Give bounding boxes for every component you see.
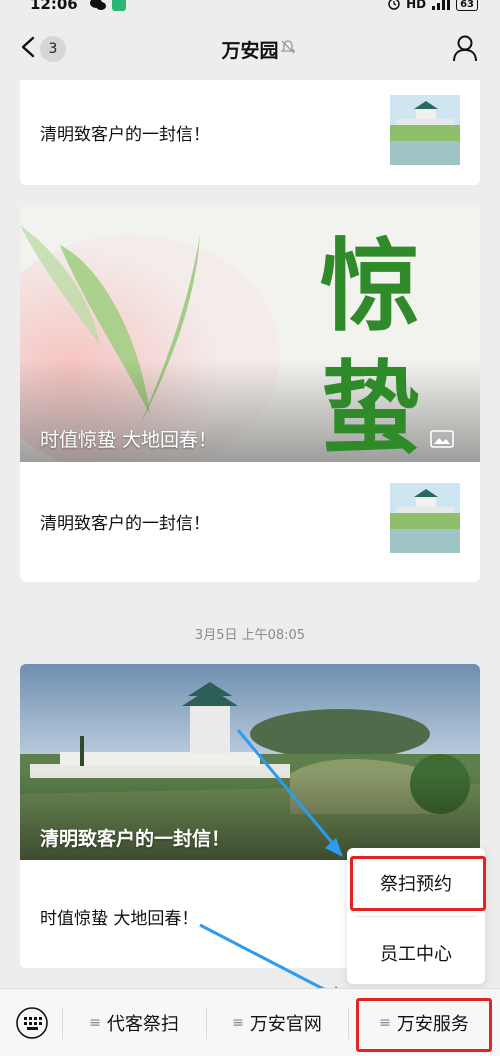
- submenu-item-staff-center[interactable]: 员工中心: [347, 940, 485, 966]
- menu-button-official-site[interactable]: ≡ 万安官网: [207, 989, 347, 1056]
- menu-list-icon: ≡: [89, 1014, 101, 1031]
- service-submenu: 祭扫预约 员工中心: [347, 848, 485, 984]
- menu-button-label: 万安服务: [396, 1013, 469, 1035]
- menu-button-label: 万安官网: [249, 1013, 322, 1035]
- menu-button-services[interactable]: ≡ 万安服务: [349, 989, 499, 1056]
- menu-list-icon: ≡: [232, 1014, 244, 1031]
- menu-button-label: 代客祭扫: [106, 1013, 179, 1035]
- submenu-divider: [357, 916, 475, 917]
- submenu-item-booking[interactable]: 祭扫预约: [347, 870, 485, 896]
- keyboard-icon[interactable]: [16, 1007, 48, 1039]
- bottom-menu-bar: ≡ 代客祭扫 ≡ 万安官网 ≡ 万安服务: [0, 988, 500, 1056]
- menu-button-proxy-sweeping[interactable]: ≡ 代客祭扫: [63, 989, 205, 1056]
- menu-list-icon: ≡: [379, 1014, 391, 1031]
